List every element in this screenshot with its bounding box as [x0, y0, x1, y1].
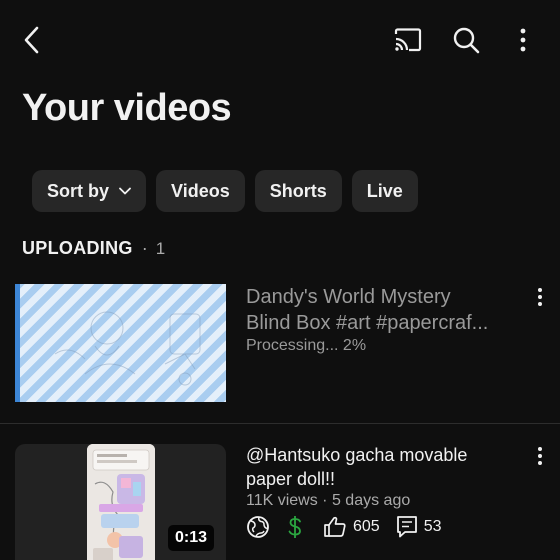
chip-shorts[interactable]: Shorts [254, 170, 342, 212]
video-stats: 605 53 [246, 515, 442, 539]
processing-thumbnail[interactable] [15, 284, 226, 402]
more-vertical-icon [538, 288, 542, 306]
duration-badge: 0:13 [168, 525, 215, 551]
chip-live[interactable]: Live [351, 170, 418, 212]
page-title: Your videos [22, 87, 232, 129]
like-icon [323, 515, 347, 539]
more-vertical-icon [538, 447, 542, 465]
search-icon [453, 27, 480, 54]
section-separator: · [141, 238, 148, 258]
uploading-section-header: UPLOADING · 1 [22, 238, 165, 259]
back-button[interactable] [14, 22, 50, 58]
visibility-public-icon[interactable] [246, 515, 270, 539]
more-options-button[interactable] [506, 20, 540, 60]
video-item-menu-button[interactable] [530, 444, 550, 468]
uploading-label: UPLOADING [22, 238, 133, 258]
processing-status: Processing... 2% [246, 337, 367, 354]
cast-icon [394, 28, 422, 52]
chevron-down-icon [119, 187, 131, 195]
your-videos-screen: Your videos Sort by Videos Shorts Live U… [0, 0, 560, 560]
paper-doll-image [87, 444, 155, 560]
monetization-dollar-icon[interactable] [287, 515, 303, 539]
more-vertical-icon [520, 28, 526, 52]
cast-button[interactable] [388, 22, 428, 58]
video-title[interactable]: @Hantsuko gacha movable paper doll!! [246, 443, 526, 491]
chevron-left-icon [24, 26, 39, 54]
uploading-video-title[interactable]: Dandy's World Mystery Blind Box #art #pa… [246, 284, 516, 336]
filter-chips: Sort by Videos Shorts Live [32, 170, 418, 212]
divider [0, 423, 560, 424]
thumbnail-sketch [54, 311, 201, 386]
sort-by-chip[interactable]: Sort by [32, 170, 147, 212]
uploading-item-menu-button[interactable] [530, 285, 550, 309]
sort-by-label: Sort by [47, 180, 110, 201]
short-thumbnail-image[interactable] [87, 444, 155, 560]
uploading-count: 1 [155, 238, 166, 258]
like-count: 605 [353, 518, 380, 535]
chip-videos[interactable]: Videos [156, 170, 245, 212]
comment-icon [396, 515, 418, 539]
video-meta: 11K views · 5 days ago [246, 492, 411, 509]
comment-count: 53 [423, 518, 442, 535]
search-button[interactable] [446, 20, 486, 60]
